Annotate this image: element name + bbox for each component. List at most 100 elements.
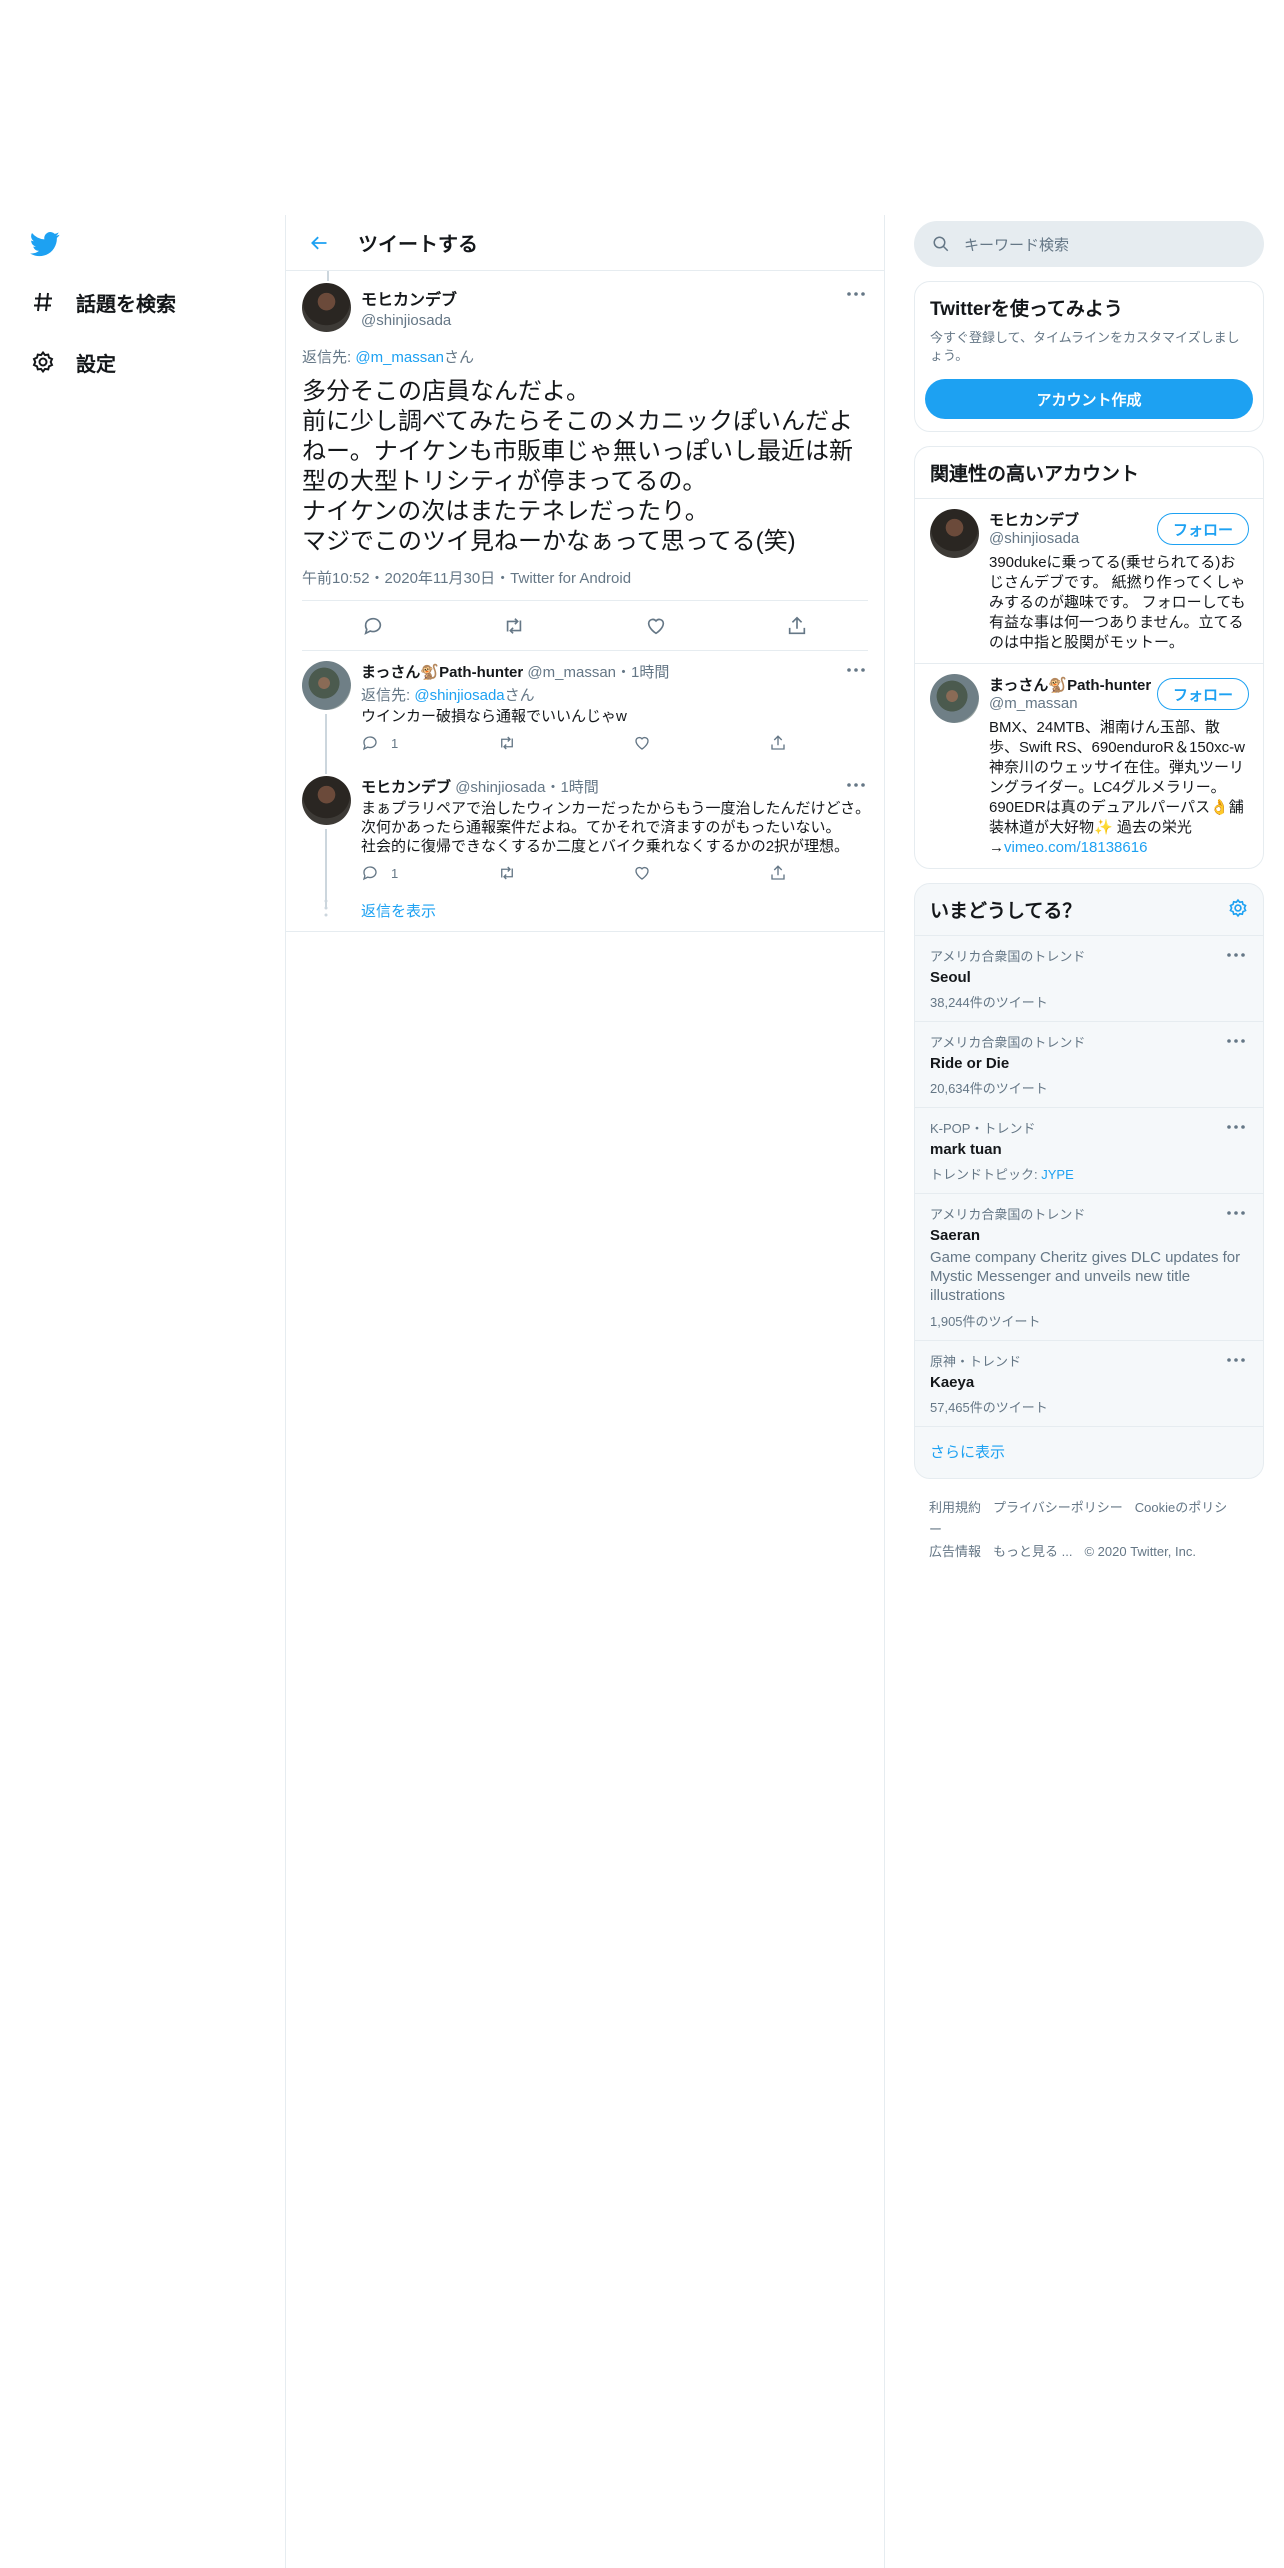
retweet-icon[interactable] <box>499 611 529 641</box>
footer-ads-link[interactable]: 広告情報 <box>929 1544 981 1559</box>
footer-terms-link[interactable]: 利用規約 <box>929 1500 981 1515</box>
trend-context: アメリカ合衆国のトレンド <box>930 949 1086 964</box>
replying-to-link[interactable]: @m_massan <box>355 349 444 366</box>
trend-topic-link[interactable]: JYPE <box>1041 1167 1074 1182</box>
share-icon[interactable] <box>782 611 812 641</box>
hashtag-icon <box>28 287 58 317</box>
tweet-text: 多分そこの店員なんだよ。 前に少し調べてみたらそこのメカニックぽいんだよねー。ナ… <box>302 378 854 555</box>
trend-item[interactable]: アメリカ合衆国のトレンド Saeran Game company Cheritz… <box>915 1193 1263 1340</box>
author-name[interactable]: モヒカンデブ <box>361 286 457 310</box>
replying-to: 返信先: @shinjiosadaさん <box>361 684 905 705</box>
trend-name: Ride or Die <box>930 1055 1010 1072</box>
author-handle[interactable]: @shinjiosada <box>361 312 457 329</box>
replying-to-suffix: さん <box>504 687 535 704</box>
account-bio-link[interactable]: vimeo.com/18138616 <box>1004 839 1147 856</box>
reply-actions: 1 <box>361 734 905 752</box>
signup-card: Twitterを使ってみよう 今すぐ登録して、タイムラインをカスタマイズしましょ… <box>914 281 1264 432</box>
avatar[interactable] <box>302 661 351 710</box>
trend-name: Saeran <box>930 1227 981 1244</box>
more-icon[interactable] <box>844 663 868 677</box>
trend-item[interactable]: アメリカ合衆国のトレンド Ride or Die 20,634件のツイート <box>915 1021 1263 1107</box>
nav-settings[interactable]: 設定 <box>28 347 116 377</box>
replying-to-suffix: さん <box>443 349 474 366</box>
reply-icon[interactable] <box>358 611 388 641</box>
trend-item[interactable]: アメリカ合衆国のトレンド Seoul 38,244件のツイート <box>915 935 1263 1021</box>
more-icon[interactable] <box>844 287 868 301</box>
reply-icon <box>362 736 377 751</box>
follow-button[interactable]: フォロー <box>1157 678 1249 710</box>
back-arrow-icon[interactable] <box>302 226 336 260</box>
signup-title: Twitterを使ってみよう <box>930 299 1123 320</box>
avatar[interactable] <box>302 776 351 825</box>
trends-header: いまどうしてる？ <box>915 884 1263 935</box>
trend-count: 1,905件のツイート <box>930 1314 1041 1329</box>
more-icon[interactable] <box>1224 1353 1248 1367</box>
reply-author-name[interactable]: モヒカンデブ <box>361 779 451 796</box>
reply-author-handle[interactable]: @m_massan <box>527 664 616 681</box>
who-to-follow-title: 関連性の高いアカウント <box>930 464 1140 485</box>
reply-author-handle[interactable]: @shinjiosada <box>455 779 545 796</box>
more-icon[interactable] <box>1224 948 1248 962</box>
share-icon[interactable] <box>769 864 905 882</box>
show-replies-link[interactable]: 返信を表示 <box>286 890 884 932</box>
retweet-icon[interactable] <box>497 734 633 752</box>
footer-privacy-link[interactable]: プライバシーポリシー <box>993 1500 1123 1515</box>
account-item[interactable]: まっさん🐒Path-hunter @m_massan BMX、24MTB、湘南け… <box>915 663 1263 868</box>
footer-more-link[interactable]: もっと見る ... <box>993 1544 1072 1559</box>
search-placeholder: キーワード検索 <box>964 236 1070 254</box>
trends-title: いまどうしてる？ <box>930 901 1082 922</box>
like-icon[interactable] <box>641 611 671 641</box>
replying-to-link[interactable]: @shinjiosada <box>414 687 504 704</box>
reply-button[interactable]: 1 <box>361 734 497 752</box>
avatar[interactable] <box>930 509 979 558</box>
who-to-follow-card: 関連性の高いアカウント モヒカンデブ @shinjiosada 390dukeに… <box>914 446 1264 869</box>
trend-description: Game company Cheritz gives DLC updates f… <box>930 1249 1241 1304</box>
trend-name: mark tuan <box>930 1141 1002 1158</box>
create-account-button[interactable]: アカウント作成 <box>925 379 1253 419</box>
share-icon[interactable] <box>769 734 905 752</box>
trend-name: Kaeya <box>930 1374 975 1391</box>
twitter-logo-icon[interactable] <box>28 229 62 259</box>
like-icon[interactable] <box>633 864 769 882</box>
reply-time[interactable]: ・1時間 <box>616 664 669 681</box>
trend-item[interactable]: 原神・トレンド Kaeya 57,465件のツイート <box>915 1340 1263 1426</box>
gear-icon[interactable] <box>1228 898 1248 918</box>
reply-tweet[interactable]: モヒカンデブ @shinjiosada・1時間 まぁプラリペアで治したウィンカー… <box>286 760 884 909</box>
reply-tweet[interactable]: まっさん🐒Path-hunter @m_massan・1時間 返信先: @shi… <box>286 651 884 774</box>
trend-item[interactable]: K-POP・トレンド mark tuan トレンドトピック: JYPE <box>915 1107 1263 1193</box>
follow-button[interactable]: フォロー <box>1157 513 1249 545</box>
replying-to: 返信先: @m_massanさん <box>302 346 868 367</box>
trend-context: アメリカ合衆国のトレンド <box>930 1035 1086 1050</box>
thread-dots-icon <box>324 899 328 917</box>
avatar[interactable] <box>302 283 351 332</box>
footer-copyright: © 2020 Twitter, Inc. <box>1084 1544 1196 1559</box>
search-input[interactable]: キーワード検索 <box>914 221 1264 267</box>
column-header: ツイートする <box>286 215 884 271</box>
trend-count: 20,634件のツイート <box>930 1081 1048 1096</box>
avatar[interactable] <box>930 674 979 723</box>
account-bio: BMX、24MTB、湘南けん玉部、散歩、Swift RS、690enduroR＆… <box>989 718 1249 858</box>
more-icon[interactable] <box>844 778 868 792</box>
reply-button[interactable]: 1 <box>361 864 497 882</box>
reply-text: まぁプラリペアで治したウィンカーだったからもう一度治したんだけどさ。 次何かあっ… <box>361 800 871 855</box>
retweet-icon[interactable] <box>497 864 633 882</box>
trend-context: アメリカ合衆国のトレンド <box>930 1207 1086 1222</box>
show-more-link[interactable]: さらに表示 <box>915 1426 1263 1478</box>
account-item[interactable]: モヒカンデブ @shinjiosada 390dukeに乗ってる(乗せられてる)… <box>915 498 1263 663</box>
nav-explore[interactable]: 話題を検索 <box>28 287 176 317</box>
trend-count: 38,244件のツイート <box>930 995 1048 1010</box>
reply-text: ウインカー破損なら通報でいいんじゃw <box>361 708 627 725</box>
reply-actions: 1 <box>361 864 905 882</box>
signup-text: 今すぐ登録して、タイムラインをカスタマイズしましょう。 <box>930 330 1240 363</box>
more-icon[interactable] <box>1224 1206 1248 1220</box>
nav-settings-label: 設定 <box>76 353 116 376</box>
more-icon[interactable] <box>1224 1034 1248 1048</box>
more-icon[interactable] <box>1224 1120 1248 1134</box>
tweet-timestamp[interactable]: 午前10:52・2020年11月30日・Twitter for Android <box>302 567 868 601</box>
reply-time[interactable]: ・1時間 <box>545 779 598 796</box>
like-icon[interactable] <box>633 734 769 752</box>
thread-connector <box>327 271 329 281</box>
trends-card: いまどうしてる？ アメリカ合衆国のトレンド Seoul 38,244件のツイート… <box>914 883 1264 1479</box>
tweet-actions <box>302 601 868 651</box>
reply-author-name[interactable]: まっさん🐒Path-hunter <box>361 664 523 681</box>
